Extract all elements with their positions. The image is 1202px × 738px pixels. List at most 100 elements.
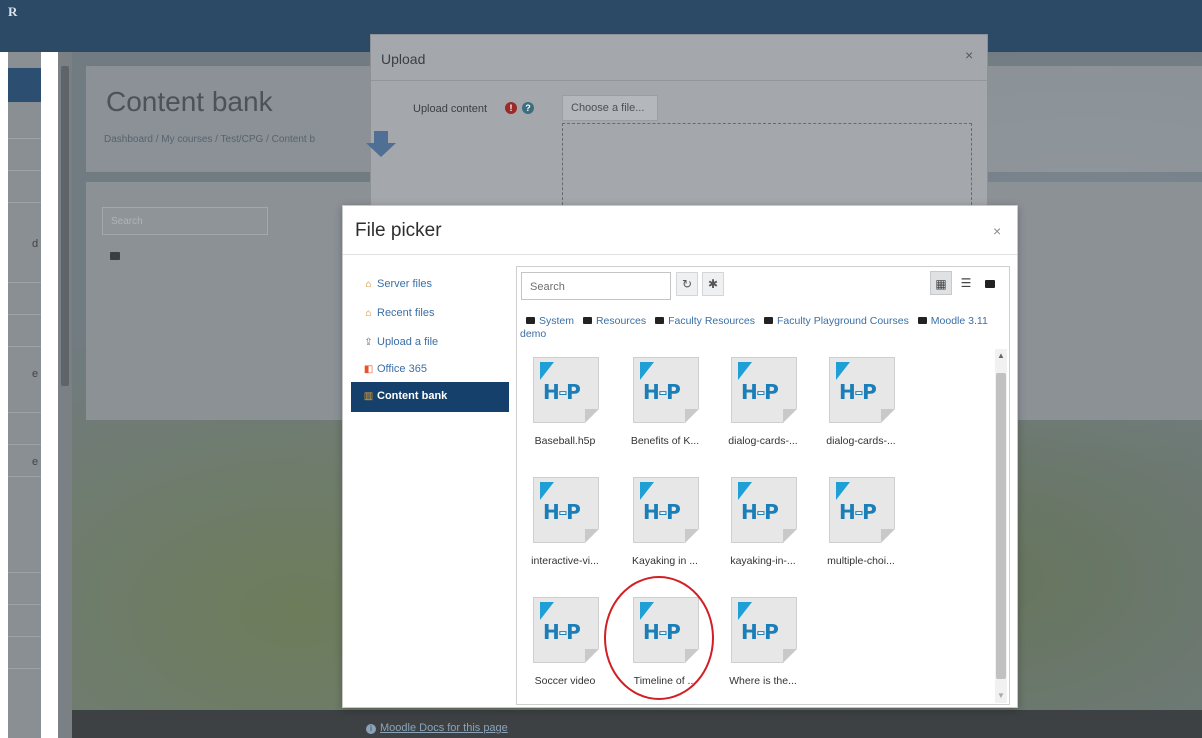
repository-office-365[interactable]: ◧ Office 365 [351, 357, 509, 385]
repository-recent-files[interactable]: ⌂ Recent files [351, 301, 509, 329]
office-icon: ◧ [363, 364, 374, 375]
folder-icon [655, 317, 665, 324]
file-drop-zone[interactable] [562, 123, 972, 215]
h5p-file-icon: H-P [731, 477, 797, 543]
left-rail [0, 52, 8, 738]
nav-drawer-divider [8, 572, 41, 573]
folder-icon [985, 279, 995, 288]
upload-dialog-header: Upload × [371, 35, 987, 81]
content-bank-icon: ▥ [363, 391, 374, 402]
breadcrumb[interactable]: Dashboard / My courses / Test/CPG / Cont… [104, 134, 315, 145]
file-picker-divider [343, 254, 1017, 255]
file-tile[interactable]: H-P Baseball.h5p [519, 353, 611, 463]
file-tile[interactable]: H-P Where is the... [717, 593, 809, 703]
repository-label: Upload a file [377, 336, 439, 348]
nav-drawer-text-fragment: e [32, 456, 39, 468]
scroll-up-arrow-icon[interactable]: ▲ [997, 351, 1005, 360]
file-name: Soccer video [534, 675, 596, 687]
nav-drawer-text-fragment: e [32, 368, 39, 380]
file-name: Where is the... [729, 675, 797, 687]
repository-label: Office 365 [377, 363, 427, 375]
path-item[interactable]: Resources [596, 315, 646, 327]
file-tile[interactable]: H-P dialog-cards-... [717, 353, 809, 463]
refresh-icon[interactable]: ↻ [676, 272, 698, 296]
file-picker-search-input[interactable]: Search [521, 272, 671, 300]
nav-drawer-divider [8, 636, 41, 637]
repository-label: Server files [377, 278, 433, 290]
file-picker-title: File picker [355, 220, 442, 241]
icon-view-button[interactable]: ▦ [930, 271, 952, 295]
repository-upload-a-file[interactable]: ⇪ Upload a file [351, 330, 509, 358]
nav-drawer-divider [8, 346, 41, 347]
path-item[interactable]: Faculty Playground Courses [777, 315, 909, 327]
site-logo[interactable]: R [8, 5, 30, 30]
choose-file-button[interactable]: Choose a file... [562, 95, 658, 121]
upload-dialog: Upload × Upload content ! ? Choose a fil… [370, 34, 988, 215]
repository-content-bank[interactable]: ▥ Content bank [351, 382, 509, 412]
file-tile[interactable]: H-P Kayaking in ... [619, 473, 711, 583]
folder-icon [582, 317, 592, 324]
page-footer [72, 710, 1202, 738]
h5p-file-icon: H-P [533, 597, 599, 663]
nav-drawer-divider [8, 412, 41, 413]
h5p-file-icon: H-P [633, 357, 699, 423]
nav-drawer-active-item[interactable] [8, 68, 41, 102]
nav-drawer-divider [8, 444, 41, 445]
h5p-file-icon: H-P [829, 357, 895, 423]
file-name: dialog-cards-... [728, 435, 798, 447]
folder-tree-icon: ⌂ [365, 308, 372, 319]
scrollbar-thumb[interactable] [61, 66, 69, 386]
file-picker-close-button[interactable]: × [993, 223, 1001, 239]
folder-icon[interactable] [110, 252, 120, 260]
nav-drawer-divider [8, 282, 41, 283]
repository-server-files[interactable]: ⌂ Server files [351, 272, 509, 300]
nav-drawer-scrollbar[interactable] [58, 52, 72, 738]
h5p-file-icon: H-P [731, 357, 797, 423]
nav-drawer-divider [8, 138, 41, 139]
file-grid: H-P Baseball.h5p H-P Benefits of K... H-… [517, 349, 992, 705]
folder-icon [917, 317, 927, 324]
file-tile[interactable]: H-P interactive-vi... [519, 473, 611, 583]
h5p-file-icon: H-P [829, 477, 895, 543]
upload-content-label: Upload content [413, 103, 487, 115]
folder-icon [526, 317, 535, 324]
moodle-docs-link-label: Moodle Docs for this page [380, 722, 508, 734]
file-name: Benefits of K... [630, 435, 700, 447]
repository-label: Content bank [377, 390, 448, 402]
breadcrumb-path: System Resources Faculty Resources Facul… [520, 315, 1004, 341]
settings-icon[interactable]: ✱ [702, 272, 724, 296]
nav-drawer-divider [8, 314, 41, 315]
file-tile-highlighted[interactable]: H-P Timeline of ... [619, 593, 711, 703]
upload-dialog-close-button[interactable]: × [965, 47, 973, 63]
nav-drawer-divider [8, 668, 41, 669]
nav-drawer-divider [8, 476, 41, 477]
list-view-button[interactable]: ☰ [955, 271, 977, 295]
tree-view-button[interactable] [979, 271, 1001, 295]
h5p-file-icon: H-P [633, 597, 699, 663]
h5p-file-icon: H-P [633, 477, 699, 543]
page-title: Content bank [106, 86, 273, 117]
file-tile[interactable]: H-P multiple-choi... [815, 473, 907, 583]
file-tile[interactable]: H-P Benefits of K... [619, 353, 711, 463]
h5p-file-icon: H-P [533, 477, 599, 543]
file-name: dialog-cards-... [826, 435, 896, 447]
folder-icon [763, 317, 773, 324]
repository-label: Recent files [377, 307, 435, 319]
file-grid-scrollbar[interactable]: ▲ ▼ [995, 349, 1007, 703]
moodle-docs-link[interactable]: i Moodle Docs for this page [366, 722, 508, 734]
file-name: kayaking-in-... [730, 555, 796, 567]
file-tile[interactable]: H-P dialog-cards-... [815, 353, 907, 463]
content-bank-search-input[interactable]: Search [102, 207, 268, 235]
file-tile[interactable]: H-P kayaking-in-... [717, 473, 809, 583]
path-item[interactable]: Faculty Resources [668, 315, 755, 327]
path-item[interactable]: System [539, 315, 574, 327]
file-tile[interactable]: H-P Soccer video [519, 593, 611, 703]
scroll-down-arrow-icon[interactable]: ▼ [997, 691, 1005, 700]
upload-dialog-title: Upload [381, 51, 426, 67]
h5p-file-icon: H-P [731, 597, 797, 663]
file-name: Kayaking in ... [632, 555, 698, 567]
file-name: multiple-choi... [827, 555, 895, 567]
nav-drawer-divider [8, 202, 41, 203]
help-icon[interactable]: ? [522, 102, 534, 114]
scrollbar-thumb[interactable] [996, 373, 1006, 679]
